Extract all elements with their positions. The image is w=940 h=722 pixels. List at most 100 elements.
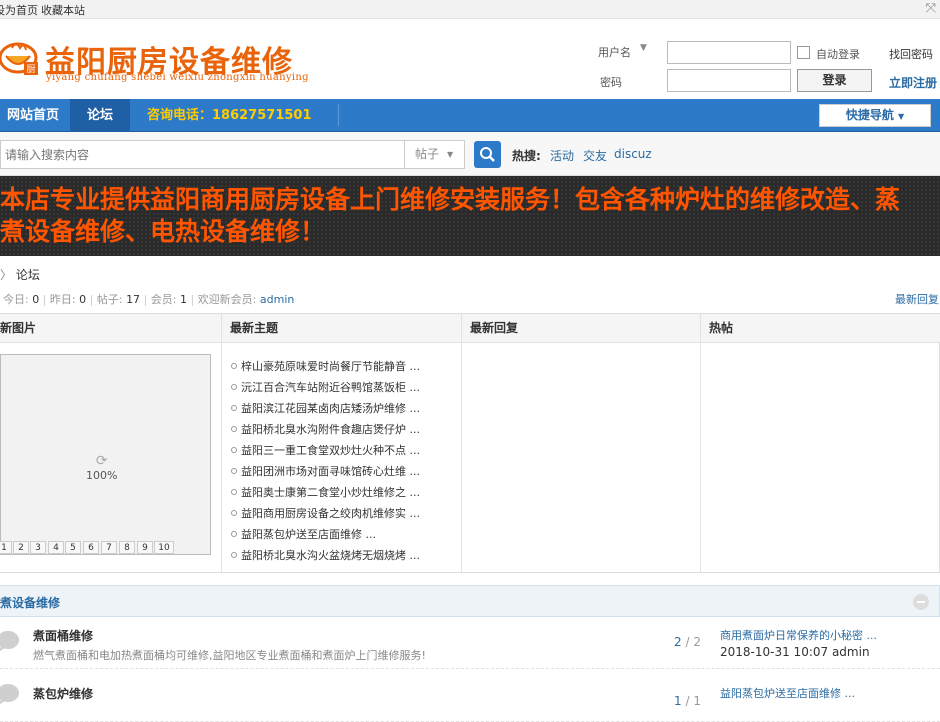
slider-page-dot[interactable]: 2: [13, 541, 29, 554]
col-head-replies: 最新回复: [462, 314, 701, 343]
forum-name[interactable]: 蒸包炉维修: [33, 685, 93, 702]
search-type-label: 帖子: [415, 147, 440, 161]
hot-search-label: 热搜:: [512, 149, 541, 163]
latest-reply-link[interactable]: 最新回复: [895, 291, 939, 307]
site-subtitle: yiyang chufang shebei weixiu zhongxin hu…: [46, 72, 309, 83]
slider-page-dot[interactable]: 6: [83, 541, 99, 554]
top-toolbar: 设为首页 收藏本站 ⤧: [0, 0, 940, 19]
chevron-down-icon: ▼: [447, 150, 454, 159]
col-head-topics: 最新主题: [222, 314, 462, 343]
breadcrumb-chevron-icon: 〉: [0, 268, 13, 282]
quick-nav-label: 快捷导航: [845, 108, 894, 122]
stat-today-label: 今日:: [3, 293, 29, 306]
image-slider[interactable]: ⟳ 100% 1 2 3 4 5 6 7 8 9 10: [0, 354, 211, 555]
forum-last-post-link[interactable]: 商用煮面炉日常保养的小秘密 ...: [720, 627, 877, 643]
section-title-text: 蒸煮设备维修: [0, 596, 61, 610]
register-link[interactable]: 立即注册: [889, 74, 937, 91]
slider-page-dot[interactable]: 5: [65, 541, 81, 554]
forum-section-header: 蒸煮设备维修: [0, 585, 940, 617]
password-input[interactable]: [667, 69, 791, 92]
forum-count: 2 / 2: [674, 635, 701, 649]
slider-page-dot[interactable]: 10: [154, 541, 174, 554]
banner-text: 本店专业提供益阳商用厨房设备上门维修安装服务！包含各种炉灶的维修改造、蒸煮设备维…: [0, 185, 901, 246]
search-input[interactable]: [0, 140, 405, 169]
forum-last-post-meta: 2018-10-31 10:07 admin: [720, 645, 870, 659]
stat-today-value: 0: [32, 293, 40, 306]
chevron-down-icon: ▼: [898, 112, 905, 121]
search-type-select[interactable]: 帖子 ▼: [405, 140, 465, 169]
login-button[interactable]: 登录: [797, 69, 872, 92]
topic-link[interactable]: 益阳商用厨房设备之绞肉机维修实 ...: [231, 505, 420, 526]
nav-phone: 咨询电话：18627571501: [147, 108, 312, 123]
topic-link[interactable]: 益阳团洲市场对面寻味馆砖心灶维 ...: [231, 463, 420, 484]
slider-page-dot[interactable]: 9: [137, 541, 153, 554]
forum-count: 1 / 1: [674, 694, 701, 708]
slider-page-dot[interactable]: 3: [30, 541, 46, 554]
forum-row: 蒸包炉维修 1 / 1 益阳蒸包炉送至店面维修 ...: [0, 670, 940, 722]
slider-page-dot[interactable]: 7: [101, 541, 117, 554]
search-button[interactable]: [474, 141, 501, 168]
forum-name[interactable]: 煮面桶维修: [33, 627, 93, 644]
forum-stats: 今日: 0 | 昨日: 0 | 帖子: 17 | 会员: 1 | 欢迎新会员: …: [3, 293, 295, 306]
forum-desc: 燃气煮面桶和电加热煮面桶均可维修,益阳地区专业煮面桶和煮面炉上门维修服务!: [33, 649, 426, 662]
password-label: 密码: [600, 76, 622, 89]
forum-post-count: 2: [693, 635, 701, 649]
username-input[interactable]: [667, 41, 791, 64]
slider-page-dot[interactable]: 8: [119, 541, 135, 554]
username-label: 用户名: [598, 46, 631, 59]
collapse-icon[interactable]: [913, 594, 929, 610]
topic-link[interactable]: 益阳滨江花园某卤肉店矮汤炉维修 ...: [231, 400, 420, 421]
column-divider: [461, 314, 462, 573]
nav-divider: [338, 104, 339, 126]
stat-members-value: 1: [179, 293, 187, 306]
stat-yesterday-label: 昨日:: [49, 293, 76, 306]
topic-link[interactable]: 益阳桥北臭水沟火盆烧烤无烟烧烤 ...: [231, 547, 420, 568]
search-icon: [480, 147, 495, 162]
refresh-icon: ⟳: [95, 453, 108, 469]
auto-login-checkbox[interactable]: [797, 46, 810, 59]
username-dropdown-icon[interactable]: ▼: [640, 43, 647, 53]
portal-grid: 最新图片 最新主题 最新回复 热帖 ⟳ 100% 1 2 3 4 5 6 7 8…: [0, 313, 940, 573]
hot-search-link[interactable]: 交友: [583, 147, 607, 164]
find-password-link[interactable]: 找回密码: [889, 46, 933, 62]
forum-bubble-icon: [0, 684, 19, 705]
nav-forum[interactable]: 论坛: [70, 99, 130, 132]
stat-members-label: 会员:: [150, 293, 177, 306]
topic-link[interactable]: 益阳桥北臭水沟附件食趣店煲仔炉 ...: [231, 421, 420, 442]
forum-thread-count: 1: [674, 694, 682, 708]
breadcrumb: 〉 论坛: [0, 266, 40, 283]
forum-thread-count: 2: [674, 635, 682, 649]
breadcrumb-current[interactable]: 论坛: [16, 268, 40, 282]
column-divider: [221, 314, 222, 573]
forum-row: 煮面桶维修 燃气煮面桶和电加热煮面桶均可维修,益阳地区专业煮面桶和煮面炉上门维修…: [0, 617, 940, 669]
new-member-link[interactable]: admin: [260, 293, 294, 306]
logo-icon[interactable]: 厨: [0, 36, 40, 78]
quick-nav-button[interactable]: 快捷导航 ▼: [819, 104, 931, 127]
forum-post-count: 1: [693, 694, 701, 708]
hot-search-link[interactable]: 活动: [550, 147, 574, 164]
hot-search-link[interactable]: discuz: [614, 147, 652, 161]
search-bar: 帖子 ▼ 热搜: 活动 交友 discuz: [0, 132, 940, 176]
nav-home[interactable]: 网站首页: [0, 99, 68, 132]
topic-link[interactable]: 益阳三一重工食堂双炒灶火种不点 ...: [231, 442, 420, 463]
bookmark-link[interactable]: 收藏本站: [41, 2, 85, 18]
col-head-images-label: 最新图片: [0, 321, 37, 335]
topic-link[interactable]: 益阳奥士康第二食堂小炒灶维修之 ...: [231, 484, 420, 505]
slider-page-dot[interactable]: 4: [48, 541, 64, 554]
slider-page-dot[interactable]: 1: [0, 541, 12, 554]
site-header: 厨 益阳厨房设备维修 yiyang chufang shebei weixiu …: [0, 19, 940, 99]
slider-loading: ⟳ 100%: [86, 453, 117, 482]
auto-login-label: 自动登录: [816, 48, 860, 61]
slider-loading-text: 100%: [86, 469, 118, 482]
promo-banner: 本店专业提供益阳商用厨房设备上门维修安装服务！包含各种炉灶的维修改造、蒸煮设备维…: [0, 176, 940, 256]
set-home-link[interactable]: 设为首页: [0, 2, 38, 18]
stat-yesterday-value: 0: [79, 293, 87, 306]
expand-icon[interactable]: ⤧: [926, 1, 936, 16]
forum-last-post-link[interactable]: 益阳蒸包炉送至店面维修 ...: [720, 685, 855, 701]
topic-link[interactable]: 梓山豪苑原味爱时尚餐厅节能静音 ...: [231, 358, 420, 379]
col-head-hot: 热帖: [701, 314, 940, 343]
col-head-images: 最新图片: [0, 314, 222, 343]
topic-link[interactable]: 沅江百合汽车站附近谷鸭馆蒸饭柜 ...: [231, 379, 420, 400]
topic-link[interactable]: 益阳蒸包炉送至店面维修 ...: [231, 526, 420, 547]
section-title[interactable]: 蒸煮设备维修: [0, 594, 60, 611]
